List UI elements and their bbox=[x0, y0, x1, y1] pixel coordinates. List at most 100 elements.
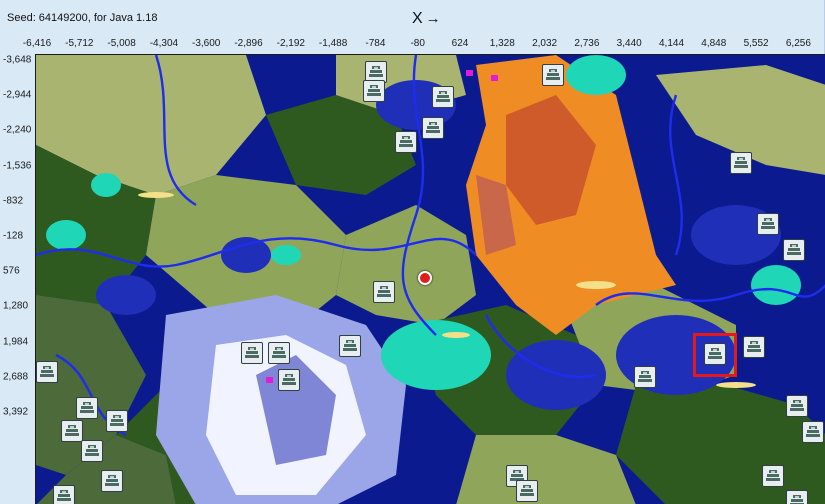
x-tick-label: 3,440 bbox=[616, 38, 642, 49]
y-tick-label: -2,944 bbox=[3, 89, 32, 101]
seed-label: Seed: 64149200, for Java 1.18 bbox=[7, 12, 158, 24]
ocean-monument-icon[interactable] bbox=[802, 421, 824, 443]
monument-glyph-icon bbox=[377, 286, 391, 297]
biome-map[interactable] bbox=[35, 54, 825, 504]
x-tick-label: -6,416 bbox=[22, 38, 52, 49]
x-tick-label: -80 bbox=[410, 38, 425, 49]
y-tick-label: -128 bbox=[3, 230, 24, 242]
biome-lush-caves bbox=[91, 173, 121, 197]
monument-glyph-icon bbox=[520, 485, 534, 496]
x-axis-label: X bbox=[412, 10, 424, 27]
ocean-monument-icon[interactable] bbox=[422, 117, 444, 139]
monument-glyph-icon bbox=[85, 445, 99, 456]
biome-lush-caves bbox=[381, 320, 491, 390]
x-tick-label: 6,256 bbox=[785, 38, 811, 49]
y-tick-label: 576 bbox=[3, 265, 20, 277]
monument-glyph-icon bbox=[787, 244, 801, 255]
monument-glyph-icon bbox=[426, 122, 440, 133]
x-tick-label: 624 bbox=[451, 38, 469, 49]
ocean-monument-icon[interactable] bbox=[542, 64, 564, 86]
biome-ocean bbox=[96, 275, 156, 315]
monument-glyph-icon bbox=[105, 475, 119, 486]
x-tick-label: -784 bbox=[365, 38, 386, 49]
monument-glyph-icon bbox=[399, 136, 413, 147]
ocean-monument-icon[interactable] bbox=[730, 152, 752, 174]
x-axis-title: X → bbox=[412, 10, 442, 28]
monument-glyph-icon bbox=[40, 366, 54, 377]
monument-glyph-icon bbox=[282, 374, 296, 385]
player-position-marker[interactable] bbox=[418, 271, 432, 285]
monument-glyph-icon bbox=[747, 341, 761, 352]
monument-glyph-icon bbox=[367, 85, 381, 96]
biome-beach bbox=[576, 281, 616, 289]
monument-glyph-icon bbox=[110, 415, 124, 426]
monument-glyph-icon bbox=[806, 426, 820, 437]
x-tick-label: -5,008 bbox=[107, 38, 136, 49]
y-tick-label: 1,984 bbox=[3, 336, 29, 348]
ocean-monument-icon[interactable] bbox=[241, 342, 263, 364]
x-tick-label: -5,712 bbox=[65, 38, 94, 49]
ocean-monument-icon[interactable] bbox=[278, 369, 300, 391]
ocean-monument-icon[interactable] bbox=[106, 410, 128, 432]
monument-glyph-icon bbox=[546, 69, 560, 80]
ocean-monument-icon[interactable] bbox=[61, 420, 83, 442]
y-tick-label: -832 bbox=[3, 195, 24, 207]
monument-glyph-icon bbox=[57, 490, 71, 501]
ocean-monument-icon[interactable] bbox=[101, 470, 123, 492]
biome-mushroom-fields bbox=[466, 70, 473, 76]
ocean-monument-icon[interactable] bbox=[516, 480, 538, 502]
monument-glyph-icon bbox=[436, 91, 450, 102]
ocean-monument-icon[interactable] bbox=[783, 239, 805, 261]
y-tick-label: 3,392 bbox=[3, 406, 29, 418]
ocean-monument-icon[interactable] bbox=[53, 485, 75, 504]
biome-beach bbox=[442, 332, 470, 338]
biome-lush-caves bbox=[566, 55, 626, 95]
biome-beach bbox=[138, 192, 174, 198]
y-tick-label: -1,536 bbox=[3, 160, 32, 172]
y-axis-ticks: -3,648 -2,944 -2,240 -1,536 -832 -128 576 1,280… bbox=[0, 54, 34, 504]
ocean-monument-icon[interactable] bbox=[762, 465, 784, 487]
x-tick-label: 5,552 bbox=[743, 38, 769, 49]
arrow-right-icon: → bbox=[425, 10, 442, 27]
x-tick-label: -4,304 bbox=[149, 38, 179, 49]
ocean-monument-icon[interactable] bbox=[373, 281, 395, 303]
map-viewer: Seed: 64149200, for Java 1.18 X → -6,416 -… bbox=[0, 0, 825, 504]
monument-glyph-icon bbox=[272, 347, 286, 358]
selected-structure-highlight bbox=[693, 333, 737, 377]
monument-glyph-icon bbox=[761, 218, 775, 229]
x-tick-label: 2,032 bbox=[532, 38, 558, 49]
monument-glyph-icon bbox=[80, 402, 94, 413]
ocean-monument-icon[interactable] bbox=[339, 335, 361, 357]
ocean-monument-icon[interactable] bbox=[36, 361, 58, 383]
biome-mushroom-fields bbox=[491, 75, 498, 81]
ocean-monument-icon[interactable] bbox=[634, 366, 656, 388]
x-tick-label: -1,488 bbox=[318, 38, 348, 49]
y-tick-label: 1,280 bbox=[3, 300, 29, 312]
monument-glyph-icon bbox=[65, 425, 79, 436]
y-tick-label: -2,240 bbox=[3, 124, 32, 136]
monument-glyph-icon bbox=[766, 470, 780, 481]
biome-lush-caves bbox=[46, 220, 86, 250]
ocean-monument-icon[interactable] bbox=[363, 80, 385, 102]
x-tick-label: 4,144 bbox=[658, 38, 685, 49]
x-tick-label: 1,328 bbox=[489, 38, 515, 49]
monument-glyph-icon bbox=[734, 157, 748, 168]
ocean-monument-icon[interactable] bbox=[743, 336, 765, 358]
ocean-monument-icon[interactable] bbox=[757, 213, 779, 235]
biome-mushroom-fields bbox=[266, 377, 273, 383]
ocean-monument-icon[interactable] bbox=[395, 131, 417, 153]
ocean-monument-icon[interactable] bbox=[268, 342, 290, 364]
x-tick-label: -2,896 bbox=[234, 38, 263, 49]
x-tick-label: -3,600 bbox=[192, 38, 221, 49]
ocean-monument-icon[interactable] bbox=[432, 86, 454, 108]
ocean-monument-icon[interactable] bbox=[786, 490, 808, 504]
ocean-monument-icon[interactable] bbox=[76, 397, 98, 419]
biome-beach bbox=[716, 382, 756, 388]
monument-glyph-icon bbox=[790, 400, 804, 411]
x-tick-label: 2,736 bbox=[574, 38, 600, 49]
ocean-monument-icon[interactable] bbox=[81, 440, 103, 462]
biome-lush-caves bbox=[751, 265, 801, 305]
x-tick-label: 4,848 bbox=[701, 38, 727, 49]
monument-glyph-icon bbox=[245, 347, 259, 358]
ocean-monument-icon[interactable] bbox=[786, 395, 808, 417]
